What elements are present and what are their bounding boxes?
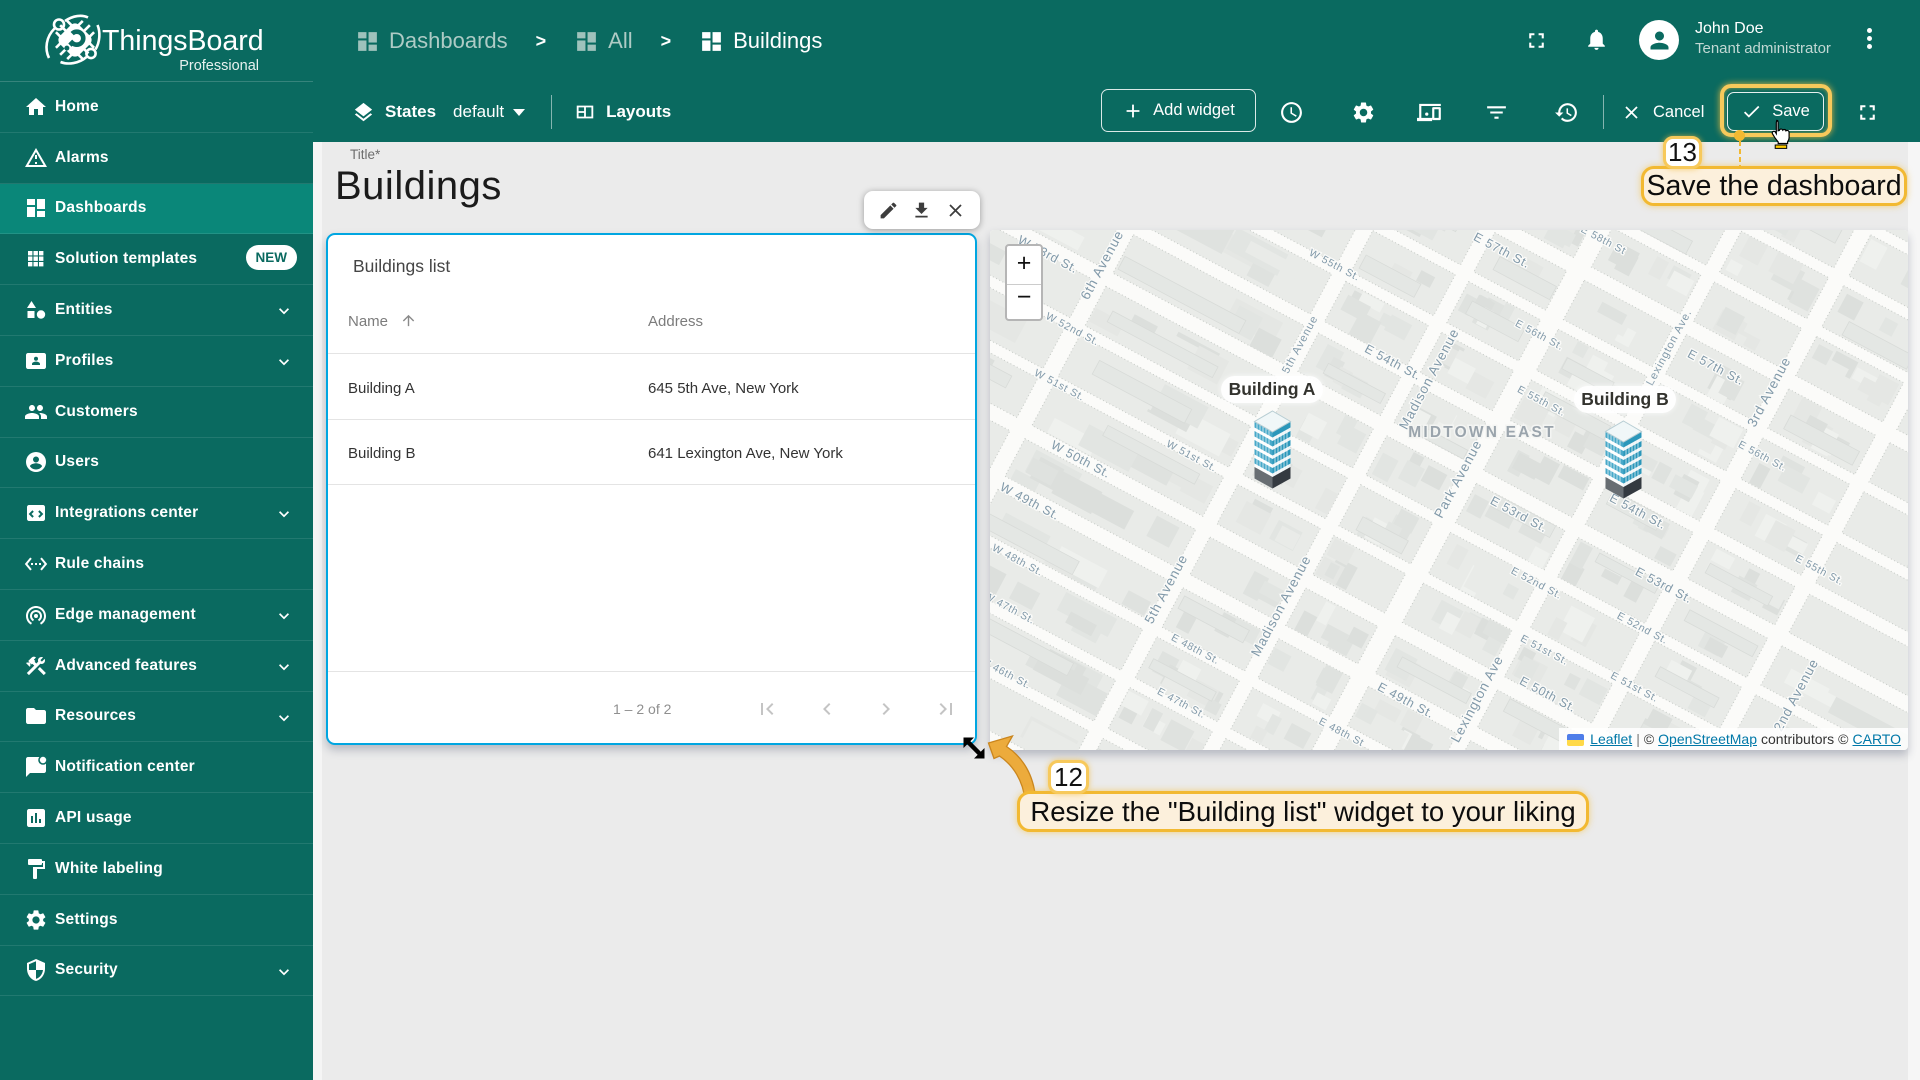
svg-text:Professional: Professional (179, 58, 259, 74)
svg-text:MIDTOWN EAST: MIDTOWN EAST (1408, 424, 1556, 441)
svg-text:ThingsBoard: ThingsBoard (102, 25, 264, 57)
